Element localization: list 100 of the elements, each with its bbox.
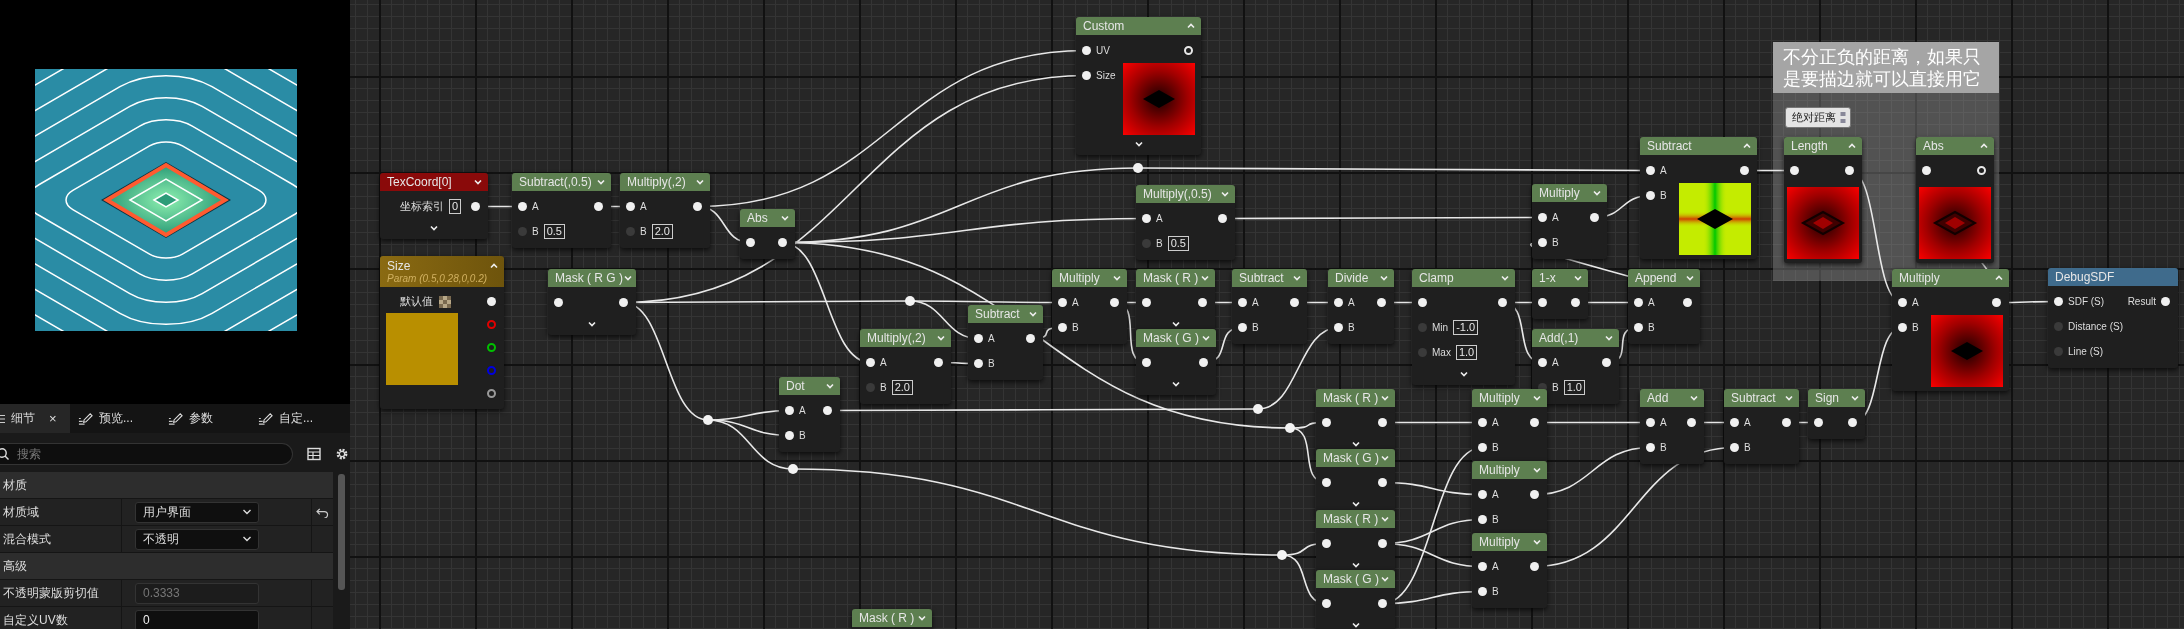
caret-icon[interactable]	[473, 177, 483, 187]
node-header[interactable]: Divide	[1328, 269, 1394, 287]
scrollbar[interactable]	[338, 474, 345, 590]
graph-node[interactable]: Sign	[1808, 389, 1865, 439]
node-header[interactable]: Mask ( G )	[1136, 329, 1216, 347]
input-pin[interactable]	[1478, 587, 1487, 596]
input-pin[interactable]	[1478, 418, 1487, 427]
output-pin[interactable]	[1782, 418, 1791, 427]
value-field[interactable]: 0.5	[543, 224, 565, 239]
graph-node[interactable]: Multiply(,0.5) A B 0.5	[1136, 185, 1235, 260]
graph-node[interactable]: Subtract A B	[1724, 389, 1799, 464]
node-header[interactable]: Multiply	[1892, 269, 2009, 287]
input-pin[interactable]	[1058, 298, 1067, 307]
node-header[interactable]: Mask ( R )	[1136, 269, 1215, 287]
input-pin[interactable]	[1646, 443, 1655, 452]
node-header[interactable]: Multiply(,2)	[620, 173, 710, 191]
input-pin[interactable]	[785, 406, 794, 415]
output-pin[interactable]	[1218, 214, 1227, 223]
node-header[interactable]: Mask ( R G )	[548, 269, 636, 287]
input-pin[interactable]	[1142, 298, 1151, 307]
table-icon[interactable]	[307, 446, 321, 461]
input-pin[interactable]	[1322, 478, 1331, 487]
graph-node[interactable]: Add A B	[1640, 389, 1704, 464]
output-pin[interactable]	[934, 358, 943, 367]
caret-icon[interactable]	[1170, 319, 1181, 329]
input-pin[interactable]	[554, 298, 563, 307]
node-header[interactable]: 1-x	[1532, 269, 1588, 287]
node-header[interactable]: Abs	[740, 209, 795, 227]
output-pin[interactable]	[1198, 298, 1207, 307]
node-header[interactable]: Size Param (0.5,0.28,0,0.2)	[380, 256, 504, 287]
input-pin[interactable]	[785, 431, 794, 440]
input-pin[interactable]	[1898, 298, 1907, 307]
reroute-knot[interactable]	[1277, 550, 1287, 560]
graph-node[interactable]: Abs	[1916, 137, 1994, 263]
node-header[interactable]: Multiply	[1532, 184, 1607, 202]
output-pin[interactable]	[1378, 478, 1387, 487]
graph-node[interactable]: Mask ( G )	[1136, 329, 1216, 395]
input-pin[interactable]	[974, 359, 983, 368]
node-header[interactable]: Sign	[1808, 389, 1865, 407]
input-pin[interactable]	[866, 358, 875, 367]
node-header[interactable]: Subtract	[968, 305, 1043, 323]
output-pin[interactable]	[1377, 298, 1386, 307]
input-pin[interactable]	[1538, 238, 1547, 247]
output-pin[interactable]	[1740, 166, 1749, 175]
value-field[interactable]: 0.5	[1167, 236, 1189, 251]
input-pin[interactable]	[518, 202, 527, 211]
input-pin[interactable]	[1922, 166, 1931, 175]
output-pin[interactable]	[594, 202, 603, 211]
output-pin[interactable]	[487, 343, 496, 352]
input-pin[interactable]	[2054, 297, 2063, 306]
comment-bubble[interactable]: 绝对距离	[1785, 107, 1851, 128]
input-pin[interactable]	[1646, 418, 1655, 427]
reroute-knot[interactable]	[1253, 404, 1263, 414]
graph-node[interactable]: Custom UV Size	[1076, 17, 1201, 155]
output-pin[interactable]	[1110, 298, 1119, 307]
caret-icon[interactable]	[429, 223, 439, 233]
graph-node[interactable]: DebugSDF SDF (S) Distance (S) Line (S) Result	[2048, 268, 2178, 368]
output-pin[interactable]	[1683, 298, 1692, 307]
node-header[interactable]: Append	[1628, 269, 1700, 287]
value-field[interactable]: 1.0	[1563, 380, 1585, 395]
input-pin[interactable]	[1334, 298, 1343, 307]
input-pin[interactable]	[1898, 323, 1907, 332]
graph-node[interactable]: Dot A B	[779, 377, 840, 452]
value-field[interactable]: -1.0	[1453, 320, 1479, 335]
input-pin[interactable]	[1322, 599, 1331, 608]
input-pin[interactable]	[518, 227, 527, 236]
input-pin[interactable]	[626, 227, 635, 236]
graph-node[interactable]: Subtract A B	[1232, 269, 1307, 344]
pin-icon[interactable]	[1840, 110, 1846, 125]
graph-node[interactable]: Multiply A B	[1892, 269, 2009, 391]
output-pin[interactable]	[1199, 358, 1208, 367]
tab[interactable]: 预览...	[70, 404, 160, 433]
node-header[interactable]: Add(,1)	[1532, 329, 1619, 347]
graph-node[interactable]: Abs	[740, 209, 795, 259]
output-pin[interactable]	[778, 238, 787, 247]
reroute-knot[interactable]	[703, 415, 713, 425]
output-pin[interactable]	[2161, 297, 2170, 306]
output-pin[interactable]	[693, 202, 702, 211]
output-pin[interactable]	[1378, 539, 1387, 548]
caret-icon[interactable]	[1350, 499, 1361, 509]
search-field[interactable]: 搜索	[0, 442, 293, 465]
input-pin[interactable]	[1082, 71, 1091, 80]
node-header[interactable]: Multiply	[1052, 269, 1127, 287]
graph-node[interactable]: Multiply A B	[1472, 461, 1547, 536]
input-pin[interactable]	[1538, 298, 1547, 307]
graph-node[interactable]: Mask ( G )	[1316, 570, 1395, 629]
node-header[interactable]: Length	[1784, 137, 1862, 155]
output-pin[interactable]	[1848, 418, 1857, 427]
input-pin[interactable]	[1646, 191, 1655, 200]
input-pin[interactable]	[1646, 166, 1655, 175]
input-pin[interactable]	[1730, 418, 1739, 427]
graph-node[interactable]: Multiply A B	[1472, 389, 1547, 464]
graph-canvas[interactable]	[350, 0, 2184, 629]
node-header[interactable]: Mask ( R )	[1316, 510, 1395, 528]
output-pin[interactable]	[1602, 358, 1611, 367]
reroute-knot[interactable]	[1133, 163, 1143, 173]
caret-icon[interactable]	[1350, 439, 1361, 449]
output-pin[interactable]	[1530, 490, 1539, 499]
node-header[interactable]: Mask ( G )	[1316, 449, 1395, 467]
output-pin[interactable]	[1378, 599, 1387, 608]
